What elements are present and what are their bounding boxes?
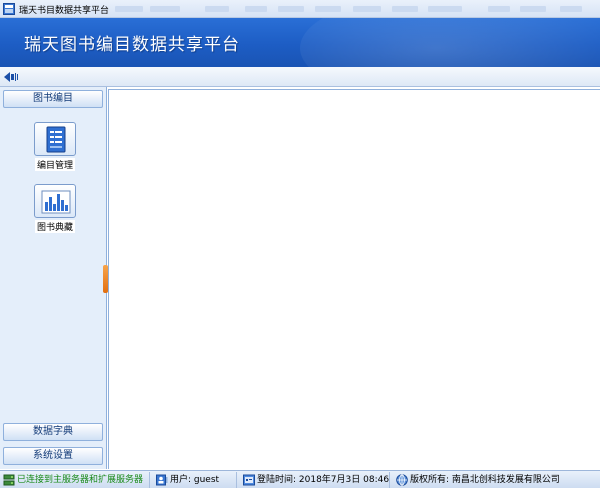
ghost-toolbar-item (245, 6, 267, 12)
nav-tile-label: 编目管理 (34, 158, 75, 171)
window-title: 瑞天书目数据共享平台 (19, 6, 110, 16)
user-icon (156, 474, 168, 486)
status-user-text: 用户: guest (170, 475, 220, 485)
sidebar-collapse-icon[interactable] (3, 71, 19, 83)
nav-tile-label: 图书典藏 (34, 220, 75, 233)
window-title-bar: 瑞天书目数据共享平台 (0, 0, 600, 18)
ghost-toolbar-item (560, 6, 582, 12)
status-user: 用户: guest (153, 472, 237, 488)
status-bar: 已连接到主服务器和扩展服务器 用户: guest 登陆时间: 2018年7月3日… (0, 470, 600, 488)
status-connection-text: 已连接到主服务器和扩展服务器 (17, 475, 144, 485)
status-login-time-text: 登陆时间: 2018年7月3日 08:46 (257, 475, 390, 485)
ghost-toolbar-item (115, 6, 143, 12)
sidebar: 图书编目 编目管理 图书典藏 数据字典 系统设置 (0, 87, 107, 469)
sidebar-panel-data-dictionary[interactable]: 数据字典 (3, 423, 103, 441)
main-content-area (108, 89, 600, 469)
ghost-toolbar-item (520, 6, 546, 12)
ghost-toolbar-item (150, 6, 180, 12)
status-copyright: 版权所有: 南昌北创科技发展有限公司 (393, 472, 598, 488)
ghost-toolbar-item (428, 6, 462, 12)
status-login-time: 登陆时间: 2018年7月3日 08:46 (240, 472, 390, 488)
app-window-icon (3, 3, 15, 15)
status-copyright-text: 版权所有: 南昌北创科技发展有限公司 (410, 475, 560, 485)
sidebar-panel-system-settings[interactable]: 系统设置 (3, 447, 103, 465)
ghost-toolbar-item (353, 6, 381, 12)
ghost-toolbar-item (315, 6, 341, 12)
app-banner: 瑞天图书编目数据共享平台 (0, 18, 600, 67)
ghost-toolbar-item (392, 6, 418, 12)
nav-tile-catalog-management[interactable]: 编目管理 (29, 122, 81, 171)
ghost-toolbar-item (488, 6, 510, 12)
catalog-document-icon (34, 122, 76, 156)
sidebar-panel-book-cataloging[interactable]: 图书编目 (3, 90, 103, 108)
server-connected-icon (3, 474, 15, 486)
nav-tile-book-holdings[interactable]: 图书典藏 (29, 184, 81, 233)
toolbar-strip (0, 67, 600, 87)
app-title: 瑞天图书编目数据共享平台 (24, 35, 240, 55)
login-time-icon (243, 474, 255, 486)
ghost-toolbar-item (278, 6, 304, 12)
holdings-bars-icon (34, 184, 76, 218)
banner-decoration (300, 18, 600, 67)
status-connection: 已连接到主服务器和扩展服务器 (0, 472, 150, 488)
ghost-toolbar-item (205, 6, 229, 12)
copyright-globe-icon (396, 474, 408, 486)
